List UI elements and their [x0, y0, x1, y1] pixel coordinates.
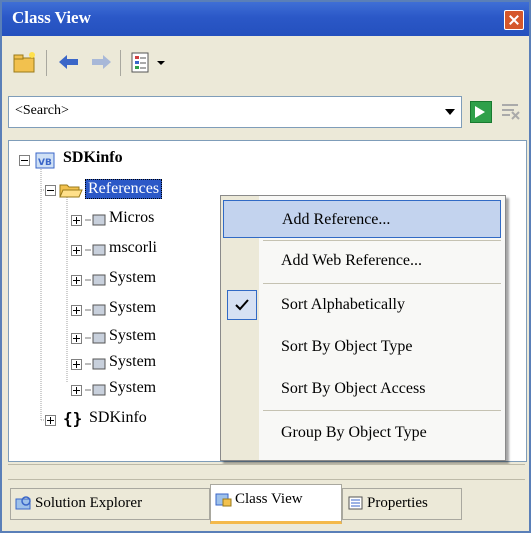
- menu-item-sort-by-object-access[interactable]: Sort By Object Access: [223, 370, 501, 408]
- menu-item-group-by-object-type[interactable]: Group By Object Type: [223, 414, 501, 452]
- solution-explorer-icon: [15, 496, 31, 510]
- reference-label: mscorli: [109, 239, 157, 256]
- forward-arrow-icon[interactable]: [88, 50, 114, 74]
- assembly-icon: [85, 304, 106, 316]
- assembly-icon: [85, 214, 106, 226]
- class-view-icon: [215, 493, 232, 507]
- menu-item-sort-by-object-type[interactable]: Sort By Object Type: [223, 328, 501, 366]
- close-icon[interactable]: [504, 10, 524, 30]
- toolbar: [4, 42, 527, 86]
- open-folder-icon: [59, 184, 83, 198]
- menu-item-label: Add Web Reference...: [281, 252, 423, 269]
- tab-solution-explorer[interactable]: Solution Explorer: [10, 488, 210, 520]
- menu-item-add-reference[interactable]: Add Reference...: [223, 200, 501, 238]
- expand-icon[interactable]: [71, 359, 82, 370]
- menu-separator: [263, 410, 501, 411]
- namespace-icon: {}: [63, 409, 83, 428]
- class-view-window: Class View <Search> VB SDKinfo Reference…: [0, 0, 531, 533]
- reference-label: System: [109, 269, 157, 286]
- menu-separator: [263, 283, 501, 284]
- toolbar-separator: [46, 50, 47, 76]
- reference-label: System: [109, 299, 157, 316]
- search-input[interactable]: <Search>: [8, 96, 462, 128]
- tab-label: Solution Explorer: [35, 495, 143, 511]
- expand-icon[interactable]: [71, 333, 82, 344]
- reference-label: System: [109, 353, 157, 370]
- sort-options-icon[interactable]: [128, 50, 154, 74]
- menu-separator: [263, 240, 501, 241]
- references-label: References: [85, 179, 163, 199]
- assembly-icon: [85, 332, 106, 344]
- go-search-icon[interactable]: [470, 101, 492, 123]
- properties-icon: [348, 496, 363, 510]
- chevron-down-icon[interactable]: [154, 50, 168, 74]
- menu-item-sort-alphabetically[interactable]: Sort Alphabetically: [223, 286, 501, 324]
- collapse-icon[interactable]: [45, 185, 56, 196]
- expand-icon[interactable]: [71, 215, 82, 226]
- project-name: SDKinfo: [63, 149, 123, 166]
- assembly-icon: [85, 244, 106, 256]
- namespace-label: SDKinfo: [89, 409, 147, 426]
- search-row: <Search>: [8, 96, 523, 130]
- tab-label: Class View: [235, 491, 303, 507]
- tool-window-tabs: Solution Explorer Class View Properties: [4, 480, 527, 528]
- window-title: Class View: [12, 8, 91, 27]
- reference-label: Micros: [109, 209, 155, 226]
- search-input-value: <Search>: [15, 103, 69, 118]
- new-folder-icon[interactable]: [12, 50, 38, 74]
- assembly-icon: [85, 358, 106, 370]
- menu-item-label: Add Reference...: [282, 211, 391, 228]
- expand-icon[interactable]: [71, 245, 82, 256]
- svg-text:VB: VB: [38, 158, 52, 168]
- clear-search-icon[interactable]: [500, 102, 520, 120]
- tab-label: Properties: [367, 495, 428, 511]
- menu-item-label: Group By Object Type: [281, 424, 427, 441]
- context-menu: Add Reference... Add Web Reference... So…: [220, 195, 506, 461]
- checkmark-icon: [227, 290, 257, 320]
- toolbar-separator: [120, 50, 121, 76]
- menu-item-label: Sort By Object Type: [281, 338, 413, 355]
- search-dropdown-icon[interactable]: [445, 109, 455, 115]
- vb-project-icon: VB: [35, 152, 55, 169]
- reference-label: System: [109, 327, 157, 344]
- menu-item-label: Sort Alphabetically: [281, 296, 405, 313]
- back-arrow-icon[interactable]: [56, 50, 82, 74]
- expand-icon[interactable]: [71, 275, 82, 286]
- tab-class-view[interactable]: Class View: [210, 484, 342, 524]
- assembly-icon: [85, 274, 106, 286]
- horizontal-scrollbar[interactable]: [8, 464, 525, 480]
- expand-icon[interactable]: [71, 385, 82, 396]
- expand-icon[interactable]: [71, 305, 82, 316]
- collapse-icon[interactable]: [19, 155, 30, 166]
- menu-item-add-web-reference[interactable]: Add Web Reference...: [223, 242, 501, 280]
- reference-label: System: [109, 379, 157, 396]
- menu-item-label: Sort By Object Access: [281, 380, 426, 397]
- tab-properties[interactable]: Properties: [342, 488, 462, 520]
- title-bar: Class View: [2, 2, 529, 36]
- expand-icon[interactable]: [45, 415, 56, 426]
- assembly-icon: [85, 384, 106, 396]
